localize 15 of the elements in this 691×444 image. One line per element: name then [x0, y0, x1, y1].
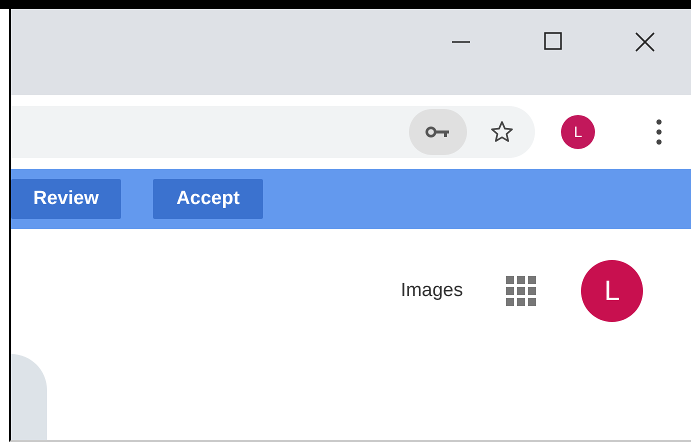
infobar-button[interactable]: Review [11, 179, 121, 219]
key-icon [425, 125, 451, 139]
account-avatar[interactable]: L [581, 260, 643, 322]
minimize-icon [450, 41, 472, 43]
maximize-icon [542, 32, 564, 52]
menu-button[interactable] [654, 117, 664, 147]
images-link[interactable]: Images [400, 280, 463, 302]
close-icon [634, 32, 656, 52]
grid-icon [505, 275, 537, 307]
profile-avatar[interactable]: L [561, 115, 595, 149]
apps-button[interactable] [505, 275, 537, 307]
star-icon [490, 120, 514, 144]
infobar-button[interactable]: Accept [153, 179, 263, 219]
password-key-button[interactable] [409, 109, 467, 155]
more-icon [656, 119, 662, 145]
